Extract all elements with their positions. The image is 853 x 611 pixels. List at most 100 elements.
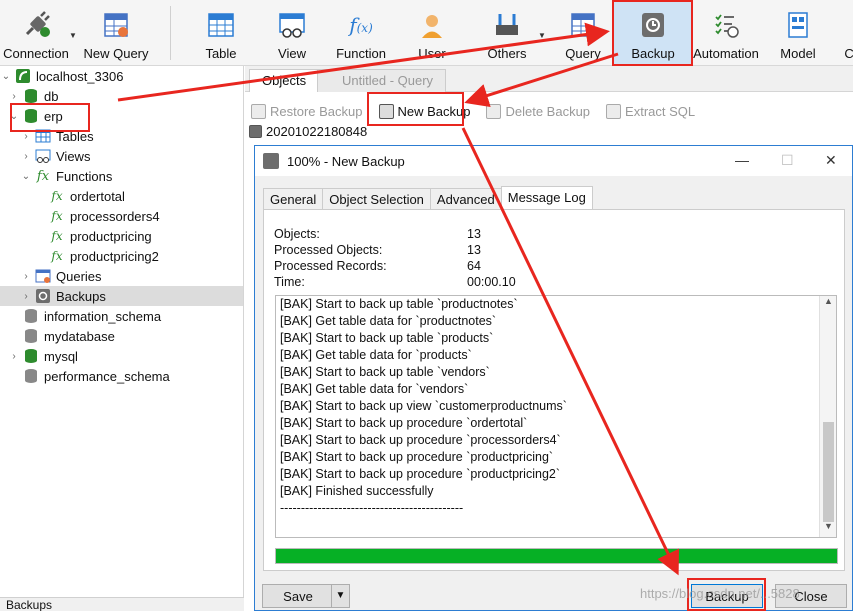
truncated-label: C (845, 46, 853, 61)
message-log[interactable]: [BAK] Start to back up table `productnot… (275, 295, 837, 538)
tree-performance-schema[interactable]: performance_schema (0, 366, 243, 386)
model-icon (781, 8, 815, 42)
database-name: mysql (44, 348, 78, 364)
tree-function-item[interactable]: fx ordertotal (0, 186, 243, 206)
time-value: 00:00.10 (467, 275, 516, 289)
model-label: Model (780, 46, 816, 61)
log-line: [BAK] Get table data for `vendors` (280, 382, 469, 396)
model-button[interactable]: Model (778, 0, 818, 66)
objects-label: Objects: (274, 227, 320, 241)
delete-backup-button[interactable]: Delete Backup (480, 102, 596, 121)
database-icon (22, 88, 40, 104)
backup-icon (34, 288, 52, 304)
query-button[interactable]: Query (562, 0, 604, 66)
log-line: [BAK] Start to back up procedure `ordert… (280, 416, 528, 430)
tab-objects[interactable]: Objects (249, 69, 320, 92)
objects-value: 13 (467, 227, 481, 241)
backup-file-icon (249, 125, 262, 138)
tab-untitled-query[interactable]: Untitled - Query (317, 69, 447, 92)
user-label: User (418, 46, 446, 61)
tree-function-item[interactable]: fx processorders4 (0, 206, 243, 226)
connection-label: Connection (3, 46, 69, 61)
save-dropdown-icon[interactable]: ▼ (331, 585, 349, 607)
backup-progress-bar (275, 548, 838, 564)
tree-mysql[interactable]: › mysql (0, 346, 243, 366)
log-line: [BAK] Finished successfully (280, 484, 434, 498)
backup-list-item[interactable]: 20201022180848 (249, 124, 367, 139)
tab-object-selection[interactable]: Object Selection (322, 188, 430, 210)
tree-connection[interactable]: ⌄ localhost_3306 (0, 66, 243, 86)
scroll-down-icon[interactable]: ▼ (820, 521, 836, 537)
log-line: [BAK] Start to back up table `productnot… (280, 297, 518, 311)
log-line: [BAK] Start to back up view `customerpro… (280, 399, 567, 413)
automation-icon (709, 8, 743, 42)
truncated-toolbar-button[interactable]: C (845, 0, 853, 66)
view-icon (275, 8, 309, 42)
save-label: Save (283, 588, 313, 604)
chevron-right-icon[interactable]: › (8, 351, 20, 362)
chevron-right-icon[interactable]: › (8, 91, 20, 102)
annotation-box-new-backup (367, 92, 464, 126)
tree-information-schema[interactable]: information_schema (0, 306, 243, 326)
extract-label: Extract SQL (625, 103, 696, 119)
tree-views[interactable]: › Views (0, 146, 243, 166)
user-button[interactable]: User (414, 0, 450, 66)
toolbar-separator (170, 6, 171, 60)
maximize-icon[interactable]: ☐ (781, 152, 794, 169)
log-line: [BAK] Start to back up procedure `proces… (280, 433, 561, 447)
minimize-icon[interactable]: — (735, 152, 749, 168)
tree-mydatabase[interactable]: mydatabase (0, 326, 243, 346)
tab-advanced[interactable]: Advanced (429, 188, 501, 210)
delete-icon (486, 103, 502, 119)
scroll-thumb[interactable] (823, 422, 834, 522)
backups-label: Backups (56, 288, 106, 304)
queries-label: Queries (56, 268, 102, 284)
chevron-right-icon[interactable]: › (20, 151, 32, 162)
chevron-down-icon[interactable]: ⌄ (20, 171, 32, 182)
tools-icon (490, 8, 524, 42)
chevron-right-icon[interactable]: › (20, 291, 32, 302)
connection-name: localhost_3306 (36, 68, 124, 84)
function-name: productpricing (70, 228, 152, 244)
tab-general[interactable]: General (263, 188, 323, 210)
connection-dropdown-icon[interactable]: ▼ (69, 31, 77, 40)
automation-label: Automation (693, 46, 759, 61)
dialog-title: 100% - New Backup (287, 153, 405, 169)
restore-icon (251, 103, 266, 119)
database-icon (22, 308, 40, 324)
function-name: ordertotal (70, 188, 125, 204)
save-button[interactable]: Save ▼ (262, 584, 350, 608)
others-button[interactable]: Others (484, 0, 530, 66)
extract-sql-button[interactable]: Extract SQL (600, 102, 701, 121)
log-line: [BAK] Start to back up table `vendors` (280, 365, 490, 379)
log-line: [BAK] Get table data for `products` (280, 348, 472, 362)
close-icon[interactable]: ✕ (825, 152, 837, 169)
chevron-right-icon[interactable]: › (20, 131, 32, 142)
tree-queries[interactable]: › Queries (0, 266, 243, 286)
tree-functions[interactable]: ⌄ fx Functions (0, 166, 243, 186)
chevron-right-icon[interactable]: › (20, 271, 32, 282)
annotation-box-backup-toolbar (612, 0, 693, 66)
scroll-up-icon[interactable]: ▲ (820, 296, 836, 312)
message-log-panel: Objects: 13 Processed Objects: 13 Proces… (263, 209, 845, 571)
processed-objects-label: Processed Objects: (274, 243, 383, 257)
database-icon (22, 368, 40, 384)
view-button[interactable]: View (272, 0, 312, 66)
tree-function-item[interactable]: fx productpricing2 (0, 246, 243, 266)
automation-button[interactable]: Automation (692, 0, 760, 66)
expand-icon[interactable]: ⌄ (0, 71, 12, 82)
tab-message-log[interactable]: Message Log (500, 186, 593, 210)
delete-label: Delete Backup (505, 103, 591, 119)
function-label: Function (336, 46, 386, 61)
log-scrollbar[interactable]: ▲ ▼ (819, 296, 836, 537)
tree-function-item[interactable]: fx productpricing (0, 226, 243, 246)
function-icon: fx (51, 209, 63, 223)
function-button[interactable]: f(x) Function (336, 0, 386, 66)
table-button[interactable]: Table (200, 0, 242, 66)
new-query-button[interactable]: New Query (82, 0, 150, 66)
connection-button[interactable]: Connection (0, 0, 72, 66)
restore-backup-button[interactable]: Restore Backup (245, 102, 369, 121)
db-name: db (44, 88, 59, 104)
others-dropdown-icon[interactable]: ▼ (538, 31, 546, 40)
tree-backups[interactable]: › Backups (0, 286, 243, 306)
